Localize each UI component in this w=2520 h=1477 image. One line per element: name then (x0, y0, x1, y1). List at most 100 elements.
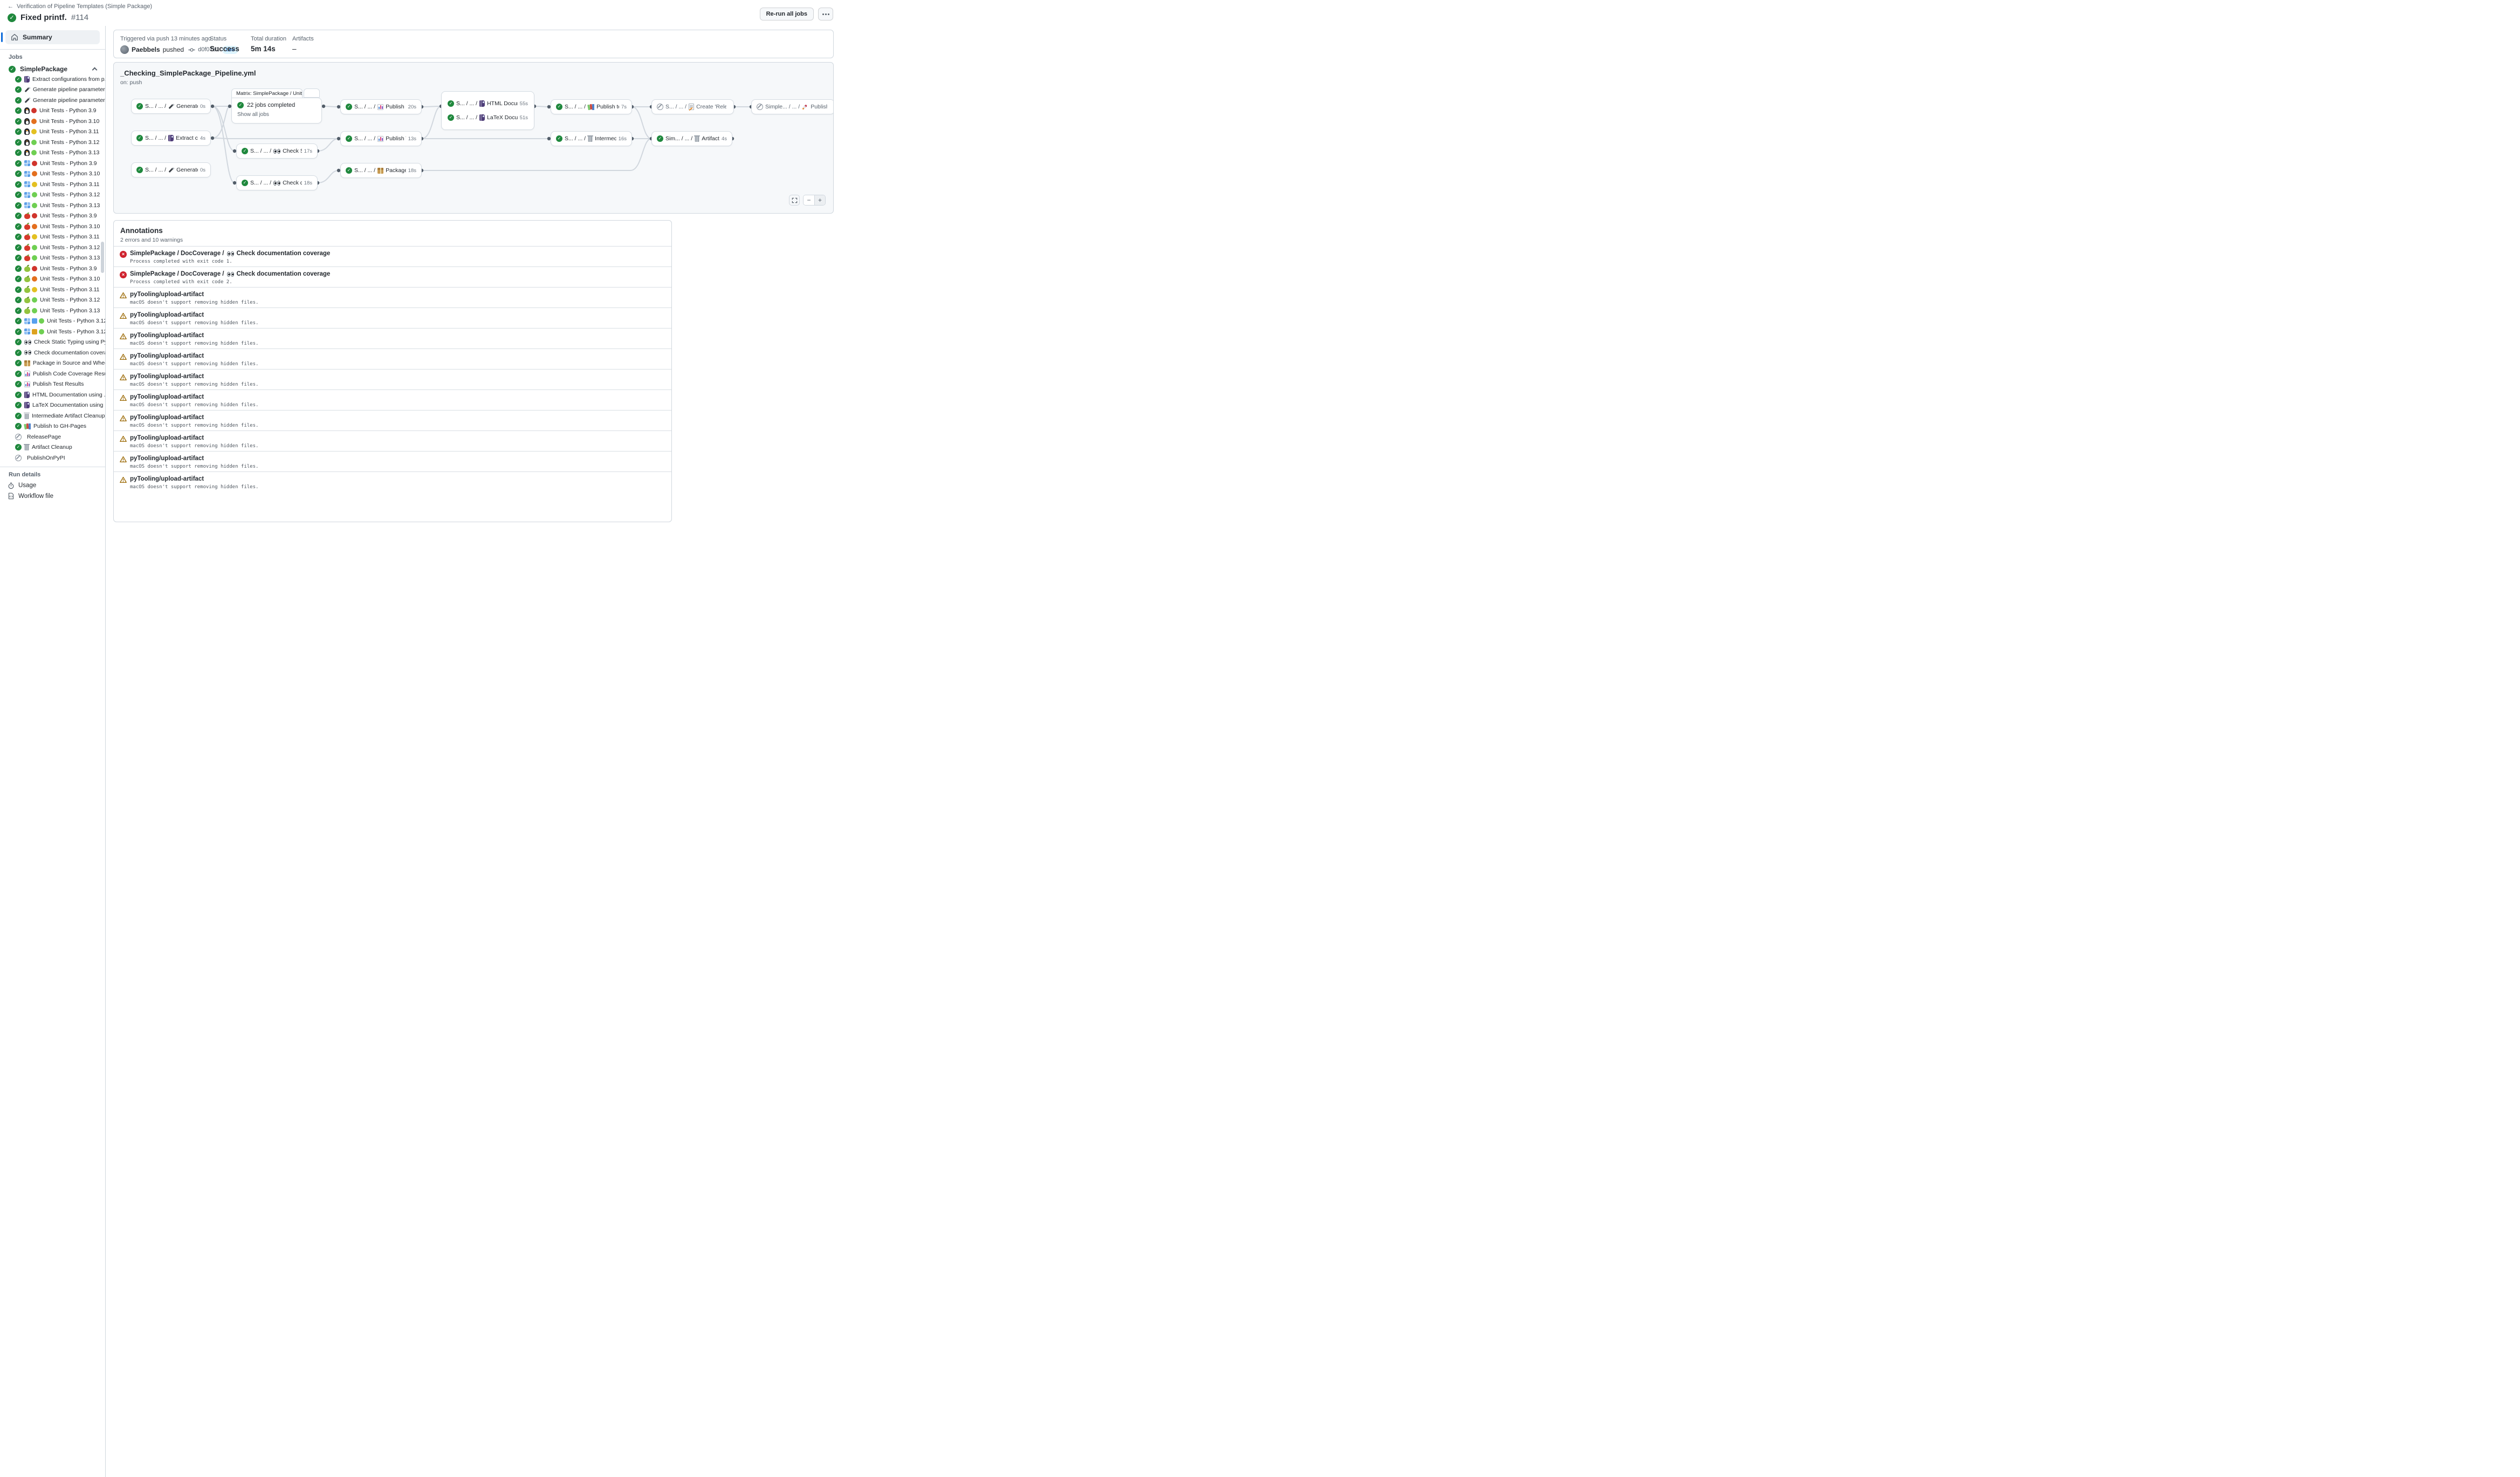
matrix-summary-node[interactable]: 22 jobs completed Show all jobs (231, 98, 322, 124)
sidebar-job-item[interactable]: Unit Tests - Python 3.11 (0, 232, 105, 243)
success-icon (15, 381, 22, 387)
graph-node-extract-config[interactable]: S... / ... / Extract configur... 4s (131, 131, 211, 146)
zoom-in-button[interactable]: + (814, 195, 825, 205)
graph-node-package-source-wheel[interactable]: S... / ... / Package in Sou... 18s (340, 163, 422, 178)
annotation-warning-title[interactable]: pyTooling/upload-artifact (130, 476, 671, 482)
trash-icon (588, 136, 593, 142)
graph-node-publish-test-results[interactable]: S... / ... / Publish Test Re... 13s (340, 131, 422, 146)
annotation-warning-title[interactable]: pyTooling/upload-artifact (130, 332, 671, 339)
sidebar-job-item[interactable]: Unit Tests - Python 3.13 (0, 200, 105, 211)
chevron-up-icon[interactable] (92, 67, 98, 73)
run-number: #114 (71, 13, 88, 22)
graph-node-create-release-page[interactable]: S... / ... / Create 'Release Pa... (651, 99, 734, 114)
run-summary-card: Triggered via push 13 minutes ago Paebbe… (113, 30, 834, 58)
sidebar-job-item[interactable]: LaTeX Documentation using ... (0, 400, 105, 411)
sidebar-job-item[interactable]: Package in Source and Wheel... (0, 358, 105, 369)
graph-node-html-documentation[interactable]: S... / ... / HTML Docume... 55s (442, 97, 534, 111)
sidebar-job-item[interactable]: HTML Documentation using ... (0, 389, 105, 400)
annotation-warning-title[interactable]: pyTooling/upload-artifact (130, 435, 671, 441)
annotation-warning-title[interactable]: pyTooling/upload-artifact (130, 414, 671, 421)
sidebar-job-item[interactable]: Unit Tests - Python 3.13 (0, 305, 105, 316)
kebab-menu-button[interactable] (818, 8, 833, 20)
annotation-warning-title[interactable]: pyTooling/upload-artifact (130, 455, 671, 462)
sidebar-item-workflow-file[interactable]: Workflow file (0, 491, 105, 502)
warning-icon (120, 476, 127, 483)
sidebar-job-item[interactable]: Unit Tests - Python 3.12 (0, 190, 105, 201)
annotation-warning-title[interactable]: pyTooling/upload-artifact (130, 373, 671, 380)
sidebar-item-summary[interactable]: Summary (5, 30, 100, 44)
sidebar-job-item[interactable]: Unit Tests - Python 3.12 (0, 295, 105, 306)
success-icon (9, 66, 16, 73)
warning-icon (120, 292, 127, 299)
sidebar-job-item[interactable]: Artifact Cleanup (0, 442, 105, 453)
sidebar-job-item[interactable]: PublishOnPyPI (0, 453, 105, 463)
graph-node-check-static-typing[interactable]: S... / ... / Check Static Ty... 17s (236, 143, 318, 159)
actor-link[interactable]: Paebbels (132, 46, 160, 53)
matrix-tab[interactable]: Matrix: SimplePackage / UnitTest... (231, 88, 303, 98)
home-icon (11, 33, 18, 41)
back-arrow-icon: ← (8, 3, 13, 10)
sidebar-job-item[interactable]: Unit Tests - Python 3.9 (0, 106, 105, 117)
show-all-jobs-link[interactable]: Show all jobs (237, 112, 316, 118)
graph-node-publish-gh-pages[interactable]: S... / ... / Publish to GH-P... 7s (551, 99, 632, 114)
skipped-icon (657, 104, 663, 110)
graph-node-publish-pypi[interactable]: Simple... / ... / Publish to PyPI (751, 99, 834, 114)
sidebar-job-item[interactable]: Unit Tests - Python 3.11 (0, 127, 105, 138)
sidebar-group-simplepackage[interactable]: SimplePackage (9, 65, 100, 73)
graph-node-check-doc-coverage[interactable]: S... / ... / Check docume... 18s (236, 175, 318, 190)
sidebar-job-item[interactable]: Unit Tests - Python 3.13 (0, 253, 105, 264)
sidebar-item-usage[interactable]: Usage (0, 481, 105, 491)
warning-icon (120, 456, 127, 463)
graph-node-artifact-cleanup[interactable]: Sim... / ... / Artifact Cleanup 4s (651, 131, 732, 146)
bar-chart-icon (377, 136, 383, 142)
graph-node-generate-params-1[interactable]: S... / ... / Generate pipelin... 0s (131, 99, 211, 114)
sidebar-job-item[interactable]: Unit Tests - Python 3.11 (0, 179, 105, 190)
sidebar-job-item[interactable]: Unit Tests - Python 3.12 (0, 137, 105, 148)
rerun-all-jobs-button[interactable]: Re-run all jobs (760, 8, 814, 20)
sidebar-job-item[interactable]: ReleasePage (0, 432, 105, 442)
sidebar-job-item[interactable]: Publish Code Coverage Results (0, 368, 105, 379)
annotation-warning-row: pyTooling/upload-artifact macOS doesn't … (114, 369, 671, 389)
sidebar-job-item[interactable]: Check documentation covera... (0, 347, 105, 358)
annotation-warning-title[interactable]: pyTooling/upload-artifact (130, 394, 671, 400)
sidebar-job-item[interactable]: Unit Tests - Python 3.11 (0, 284, 105, 295)
sidebar-job-item[interactable]: Generate pipeline parameters (0, 85, 105, 95)
annotation-warning-title[interactable]: pyTooling/upload-artifact (130, 353, 671, 359)
annotation-warning-title[interactable]: pyTooling/upload-artifact (130, 291, 671, 298)
annotation-warning-title[interactable]: pyTooling/upload-artifact (130, 312, 671, 318)
annotation-error-title[interactable]: SimplePackage / DocCoverage / Check docu… (130, 271, 671, 277)
sidebar-job-item[interactable]: Publish to GH-Pages (0, 421, 105, 432)
page-header: ← Verification of Pipeline Templates (Si… (0, 0, 840, 26)
fullscreen-button[interactable] (789, 195, 800, 206)
sidebar-job-item[interactable]: Unit Tests - Python 3.12 (0, 316, 105, 327)
avatar[interactable] (120, 45, 129, 54)
graph-node-publish-code-coverage[interactable]: S... / ... / Publish Code C... 20s (340, 99, 422, 114)
sidebar-job-item[interactable]: Unit Tests - Python 3.9 (0, 263, 105, 274)
sidebar-job-item[interactable]: Unit Tests - Python 3.10 (0, 221, 105, 232)
annotation-error-title[interactable]: SimplePackage / DocCoverage / Check docu… (130, 250, 671, 257)
sidebar-job-item[interactable]: Check Static Typing using Pyt... (0, 337, 105, 348)
sidebar-job-item[interactable]: Unit Tests - Python 3.9 (0, 158, 105, 169)
graph-node-latex-documentation[interactable]: S... / ... / LaTeX Docume... 51s (442, 111, 534, 125)
sidebar-scrollbar[interactable] (101, 242, 104, 273)
sidebar-job-item[interactable]: Unit Tests - Python 3.9 (0, 211, 105, 222)
sidebar-job-item[interactable]: Extract configurations from p... (0, 74, 105, 85)
sidebar-job-item[interactable]: Publish Test Results (0, 379, 105, 390)
sidebar-job-item[interactable]: Unit Tests - Python 3.12 (0, 326, 105, 337)
zoom-out-button[interactable]: − (804, 195, 814, 205)
artifacts-label: Artifacts (292, 36, 314, 42)
sidebar-job-item[interactable]: Unit Tests - Python 3.10 (0, 169, 105, 180)
apple-green-icon (24, 266, 30, 272)
graph-node-intermediate-cleanup[interactable]: S... / ... / Intermediate A... 16s (551, 131, 632, 146)
graph-node-generate-params-2[interactable]: S... / ... / Generate pipelin... 0s (131, 162, 211, 177)
breadcrumb[interactable]: ← Verification of Pipeline Templates (Si… (8, 3, 152, 10)
book-icon (168, 135, 174, 141)
sidebar: Summary Jobs SimplePackage Extract confi… (0, 26, 106, 1477)
annotation-warning-message: macOS doesn't support removing hidden fi… (130, 382, 671, 387)
sidebar-job-item[interactable]: Intermediate Artifact Cleanup (0, 411, 105, 421)
sidebar-job-item[interactable]: Unit Tests - Python 3.10 (0, 116, 105, 127)
sidebar-job-item[interactable]: Unit Tests - Python 3.10 (0, 274, 105, 285)
sidebar-job-item[interactable]: Unit Tests - Python 3.12 (0, 242, 105, 253)
sidebar-job-item[interactable]: Generate pipeline parameters (0, 95, 105, 106)
sidebar-job-item[interactable]: Unit Tests - Python 3.13 (0, 148, 105, 159)
